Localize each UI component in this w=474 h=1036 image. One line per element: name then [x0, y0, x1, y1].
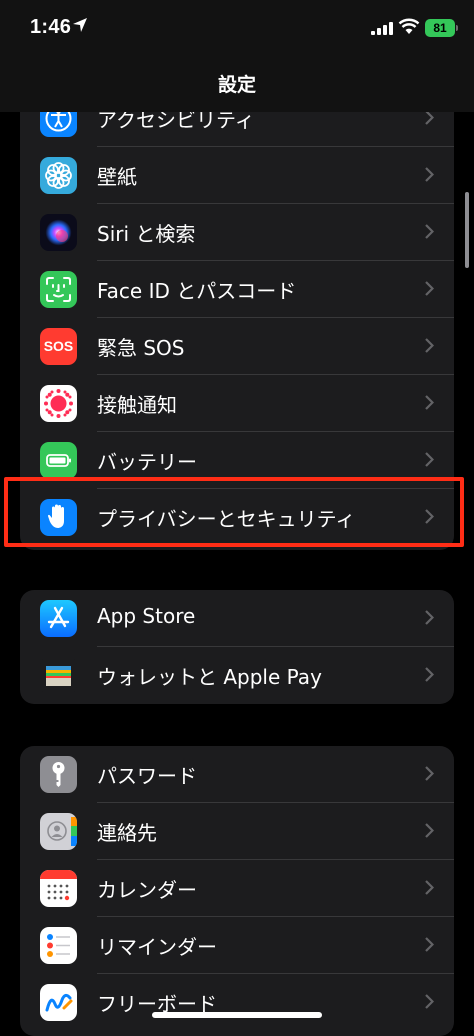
exposure-notification-icon	[40, 385, 77, 422]
settings-row-passwords[interactable]: パスワード	[20, 746, 454, 803]
battery-indicator: 81	[425, 19, 455, 37]
wallpaper-icon	[40, 157, 77, 194]
app-store-icon	[40, 600, 77, 637]
sos-icon: SOS	[40, 328, 77, 365]
sos-icon-text: SOS	[43, 338, 74, 354]
cellular-signal-icon	[371, 22, 393, 40]
status-bar-overlay: 1:46 81	[0, 0, 474, 58]
settings-row-label: 緊急 SOS	[97, 336, 185, 360]
settings-row-label: 連絡先	[97, 821, 157, 845]
home-indicator[interactable]	[152, 1012, 322, 1018]
chevron-right-icon	[425, 937, 435, 956]
settings-row-label: Face ID とパスコード	[97, 279, 297, 303]
settings-group-apps: パスワード 連絡先 カレンダー リマインダー フリーボード	[20, 746, 454, 1036]
highlight-box	[4, 477, 464, 547]
battery-icon	[40, 442, 77, 479]
freeform-icon	[40, 984, 77, 1021]
reminders-icon	[40, 927, 77, 964]
settings-row-label: リマインダー	[97, 935, 217, 959]
settings-row-siri[interactable]: Siri と検索	[20, 204, 454, 261]
settings-row-freeform[interactable]: フリーボード	[20, 974, 454, 1031]
settings-row-label: カレンダー	[97, 878, 197, 902]
chevron-right-icon	[425, 281, 435, 300]
settings-row-label: 接触通知	[97, 393, 177, 417]
settings-group-store: App Store ウォレットと Apple Pay	[20, 590, 454, 704]
siri-icon	[40, 214, 77, 251]
chevron-right-icon	[425, 110, 435, 129]
settings-row-calendar[interactable]: カレンダー	[20, 860, 454, 917]
wallet-icon	[40, 657, 77, 694]
chevron-right-icon	[425, 766, 435, 785]
chevron-right-icon	[425, 994, 435, 1013]
settings-row-label: 壁紙	[97, 165, 137, 189]
settings-row-label: Siri と検索	[97, 222, 196, 246]
nav-bar-overlay: 設定	[0, 58, 474, 112]
chevron-right-icon	[425, 452, 435, 471]
chevron-right-icon	[425, 823, 435, 842]
settings-row-app-store[interactable]: App Store	[20, 590, 454, 647]
chevron-right-icon	[425, 667, 435, 686]
settings-row-emergency-sos[interactable]: SOS 緊急 SOS	[20, 318, 454, 375]
calendar-icon	[40, 870, 77, 907]
settings-row-exposure-notifications[interactable]: 接触通知	[20, 375, 454, 432]
settings-row-label: パスワード	[97, 764, 197, 788]
key-icon	[40, 756, 77, 793]
battery-tip	[456, 25, 458, 31]
status-time: 1:46	[30, 16, 72, 38]
face-id-icon	[40, 271, 77, 308]
chevron-right-icon	[425, 338, 435, 357]
scroll-indicator[interactable]	[465, 192, 469, 268]
settings-row-wallpaper[interactable]: 壁紙	[20, 147, 454, 204]
page-title: 設定	[217, 74, 256, 96]
chevron-right-icon	[425, 224, 435, 243]
settings-row-wallet[interactable]: ウォレットと Apple Pay	[20, 647, 454, 704]
wifi-icon	[398, 18, 420, 40]
location-arrow-icon	[72, 17, 88, 38]
contacts-icon	[40, 813, 77, 850]
settings-row-face-id[interactable]: Face ID とパスコード	[20, 261, 454, 318]
chevron-right-icon	[425, 167, 435, 186]
settings-row-label: バッテリー	[97, 450, 197, 474]
settings-row-contacts[interactable]: 連絡先	[20, 803, 454, 860]
settings-row-reminders[interactable]: リマインダー	[20, 917, 454, 974]
chevron-right-icon	[425, 395, 435, 414]
chevron-right-icon	[425, 880, 435, 899]
settings-row-label: ウォレットと Apple Pay	[97, 665, 322, 689]
chevron-right-icon	[425, 610, 435, 629]
settings-row-label: App Store	[97, 604, 196, 628]
